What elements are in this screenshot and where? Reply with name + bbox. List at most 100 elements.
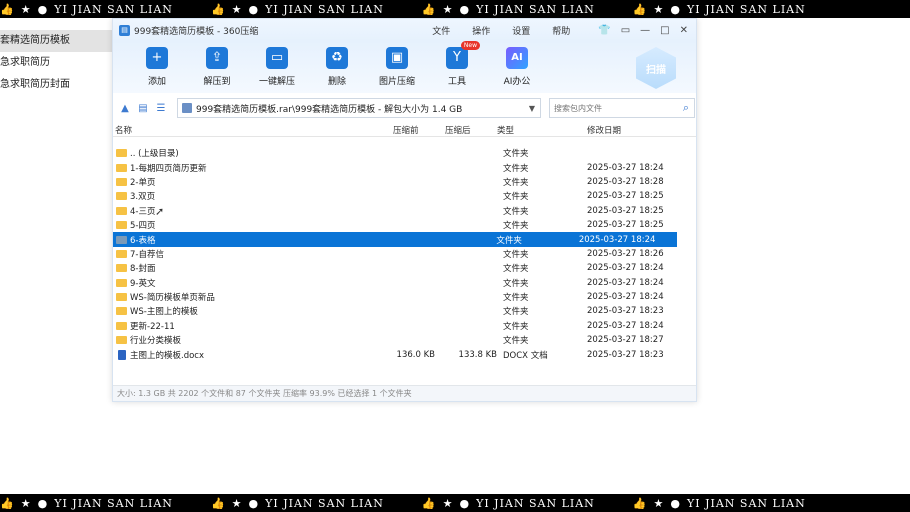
minimize-icon[interactable]: — <box>640 25 650 36</box>
file-name: 更新-22-11 <box>130 321 175 332</box>
delete-button[interactable]: ♻ 删除 <box>307 41 367 87</box>
file-type: 文件夹 <box>503 293 529 304</box>
tools-button[interactable]: Y New 工具 <box>427 41 487 87</box>
file-type: 文件夹 <box>503 163 529 174</box>
bottom-banner: 👍 ★ ● YI JIAN SAN LIAN 👍 ★ ● YI JIAN SAN LIAN 👍 ★… <box>0 494 910 512</box>
image-compress-label: 图片压缩 <box>378 77 415 87</box>
col-name[interactable]: 名称 <box>113 124 393 136</box>
row-name-cell: 7-自荐信 <box>113 248 393 260</box>
banner-segment: 👍 ★ ● YI JIAN SAN LIAN <box>211 497 384 510</box>
ai-icon: AI <box>506 47 528 69</box>
modified-date: 2025-03-27 18:27 <box>587 335 664 346</box>
maximize-icon[interactable]: □ <box>660 25 669 36</box>
menu-help[interactable]: 帮助 <box>552 24 570 37</box>
address-bar: ▲ ▤ ☰ 999套精选简历模板.rar\999套精选简历模板 - 解包大小为 … <box>113 93 696 123</box>
modified-date: 2025-03-27 18:24 <box>587 277 664 288</box>
modified-date: 2025-03-27 18:25 <box>587 205 664 216</box>
search-icon[interactable]: ⌕ <box>678 101 694 115</box>
add-button[interactable]: + 添加 <box>127 41 187 87</box>
table-row[interactable]: 6-表格 文件夹 2025-03-27 18:24 <box>113 232 677 247</box>
up-arrow-icon[interactable]: ▲ <box>119 103 131 114</box>
file-name: 9-英文 <box>130 278 156 289</box>
image-compress-button[interactable]: ▣ 图片压缩 <box>367 41 427 87</box>
col-type[interactable]: 类型 <box>497 124 587 136</box>
view-list-icon[interactable]: ☰ <box>155 103 167 114</box>
archive-app-icon: ▤ <box>119 24 130 36</box>
menu-operate[interactable]: 操作 <box>472 24 490 37</box>
sidebar-item-resume[interactable]: 急求职简历 <box>0 52 112 74</box>
banner-segment: 👍 ★ ● YI JIAN SAN LIAN <box>633 497 806 510</box>
search-input[interactable]: 搜索包内文件 ⌕ <box>549 98 695 118</box>
tools-label: 工具 <box>447 77 466 87</box>
modified-date: 2025-03-27 18:24 <box>587 263 664 274</box>
col-post-size[interactable]: 压缩后 <box>445 124 497 136</box>
row-name-cell: WS-主图上的模板 <box>113 305 393 317</box>
banner-segment: 👍 ★ ● YI JIAN SAN LIAN <box>0 497 173 510</box>
modified-date: 2025-03-27 18:25 <box>587 220 664 231</box>
close-icon[interactable]: ✕ <box>680 25 688 36</box>
folder-icon <box>116 264 127 273</box>
thumbs-up-icon: 👍 <box>0 496 15 510</box>
col-date[interactable]: 修改日期 <box>587 124 687 136</box>
folder-icon <box>116 307 127 316</box>
row-name-cell: WS-简历模板单页新品 <box>113 291 393 303</box>
table-row[interactable]: 9-英文 文件夹 2025-03-27 18:24 <box>113 276 698 290</box>
ai-office-label: AI办公 <box>503 77 531 87</box>
file-type: 文件夹 <box>503 264 529 275</box>
table-row[interactable]: 主图上的模板.docx 136.0 KB 133.8 KB DOCX 文档 2025-0… <box>113 347 698 361</box>
table-row[interactable]: 4-三页 文件夹 2025-03-27 18:25 <box>113 204 698 218</box>
path-field[interactable]: 999套精选简历模板.rar\999套精选简历模板 - 解包大小为 1.4 GB… <box>177 98 541 118</box>
table-row[interactable]: WS-简历模板单页新品 文件夹 2025-03-27 18:24 <box>113 290 698 304</box>
banner-text: YI JIAN SAN LIAN <box>476 2 595 16</box>
file-type: 文件夹 <box>503 307 529 318</box>
file-type: 文件夹 <box>503 206 529 217</box>
scan-button[interactable]: 扫描 <box>636 47 676 89</box>
table-row[interactable]: 5-四页 文件夹 2025-03-27 18:25 <box>113 218 698 232</box>
file-name: 7-自荐信 <box>130 249 164 260</box>
table-row[interactable]: 7-自荐信 文件夹 2025-03-27 18:26 <box>113 247 698 261</box>
chevron-down-icon[interactable]: ▼ <box>524 104 540 113</box>
extract-to-button[interactable]: ⇪ 解压到 <box>187 41 247 87</box>
sidebar-item-templates[interactable]: 套精选简历模板 <box>0 30 112 52</box>
archive-icon <box>182 103 192 113</box>
table-row[interactable]: 2-单页 文件夹 2025-03-27 18:28 <box>113 175 698 189</box>
view-thumbnail-icon[interactable]: ▤ <box>137 103 149 114</box>
one-click-extract-button[interactable]: ▭ 一键解压 <box>247 41 307 87</box>
thumbs-up-icon: 👍 <box>210 2 226 16</box>
new-badge: New <box>460 41 480 50</box>
modified-date: 2025-03-27 18:25 <box>587 191 664 202</box>
star-icon: ★ <box>20 496 32 510</box>
table-row[interactable]: .. (上级目录) 文件夹 <box>113 146 698 160</box>
folder-icon <box>116 206 127 215</box>
table-row[interactable]: 3.双页 文件夹 2025-03-27 18:25 <box>113 189 698 203</box>
sidebar-item-resume-cover[interactable]: 急求职简历封面 <box>0 74 112 96</box>
table-row[interactable]: 更新-22-11 文件夹 2025-03-27 18:24 <box>113 319 698 333</box>
modified-date: 2025-03-27 18:24 <box>587 320 664 331</box>
folder-icon <box>116 192 127 201</box>
file-name: 行业分类模板 <box>130 336 182 347</box>
skin-icon[interactable]: 👕 <box>598 25 610 36</box>
table-row[interactable]: WS-主图上的模板 文件夹 2025-03-27 18:23 <box>113 304 698 318</box>
menu-settings[interactable]: 设置 <box>512 24 530 37</box>
row-name-cell: 更新-22-11 <box>113 320 393 332</box>
col-pre-size[interactable]: 压缩前 <box>393 124 445 136</box>
size-after: 133.8 KB <box>458 349 497 360</box>
ai-office-button[interactable]: AI AI办公 <box>487 41 547 87</box>
banner-text: YI JIAN SAN LIAN <box>54 2 173 16</box>
circle-icon: ● <box>37 2 49 16</box>
docx-file-icon <box>118 349 126 360</box>
table-row[interactable]: 1-每期四页简历更新 文件夹 2025-03-27 18:24 <box>113 160 698 174</box>
banner-segment: 👍 ★ ● YI JIAN SAN LIAN <box>422 497 595 510</box>
file-name: 5-四页 <box>130 221 156 232</box>
main-menu-icon[interactable]: ▭ <box>621 25 630 36</box>
title-bar: ▤ 999套精选简历模板 - 360压缩 文件 操作 设置 帮助 👕 ▭ — □… <box>113 19 696 41</box>
table-row[interactable]: 行业分类模板 文件夹 2025-03-27 18:27 <box>113 333 698 347</box>
modified-date: 2025-03-27 18:24 <box>587 162 664 173</box>
circle-icon: ● <box>248 2 260 16</box>
table-row[interactable]: 8-封面 文件夹 2025-03-27 18:24 <box>113 261 698 275</box>
delete-label: 删除 <box>327 77 346 87</box>
recycle-icon: ♻ <box>326 47 348 69</box>
archive-window: ▤ 999套精选简历模板 - 360压缩 文件 操作 设置 帮助 👕 ▭ — □… <box>112 18 697 402</box>
folder-icon <box>116 336 127 345</box>
menu-file[interactable]: 文件 <box>432 24 450 37</box>
